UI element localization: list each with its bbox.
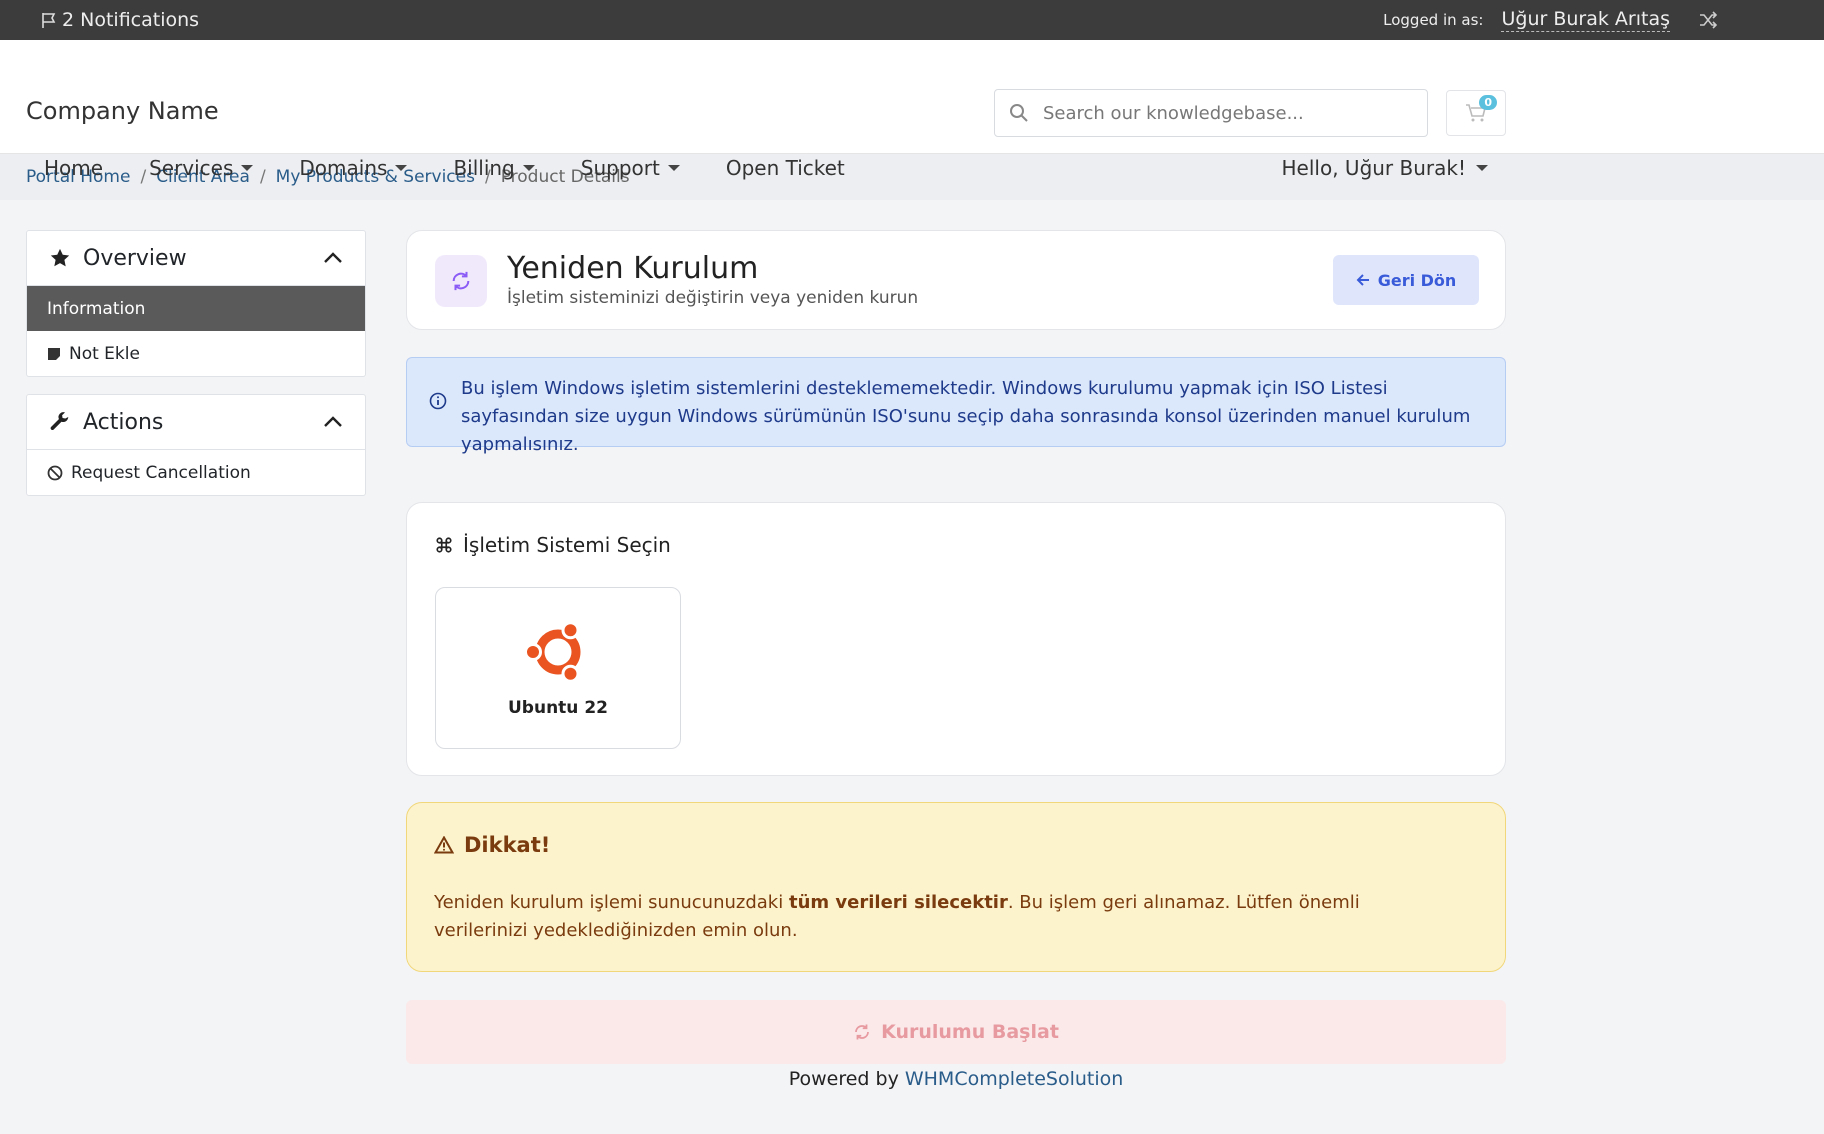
actions-panel-header[interactable]: Actions <box>27 395 365 450</box>
nav-domains-label: Domains <box>299 156 388 180</box>
overview-panel-header[interactable]: Overview <box>27 231 365 286</box>
back-button[interactable]: Geri Dön <box>1333 255 1479 305</box>
nav-home[interactable]: Home <box>26 156 103 180</box>
footer-whmcs-link[interactable]: WHMCompleteSolution <box>905 1068 1123 1090</box>
nav-support-label: Support <box>580 156 660 180</box>
sidebar-item-request-cancellation[interactable]: Request Cancellation <box>27 450 365 495</box>
refresh-icon <box>435 255 487 307</box>
warning-triangle-icon <box>434 836 454 854</box>
actions-title: Actions <box>83 409 164 435</box>
nav-services-label: Services <box>149 156 234 180</box>
caret-down-icon <box>241 165 254 171</box>
caret-down-icon <box>1476 165 1488 171</box>
arrow-left-icon <box>1356 274 1369 286</box>
refresh-icon <box>855 1024 869 1040</box>
os-section-title: İşletim Sistemi Seçin <box>463 533 671 557</box>
sidebar-item-label: Not Ekle <box>69 343 140 364</box>
footer: Powered by WHMCompleteSolution <box>0 1068 1824 1090</box>
star-icon <box>50 248 70 267</box>
search-input[interactable] <box>1043 102 1413 124</box>
nav-open-ticket[interactable]: Open Ticket <box>708 156 845 180</box>
wrench-icon <box>50 412 69 430</box>
data-loss-warning: Dikkat! Yeniden kurulum işlemi sunucunuz… <box>406 802 1506 972</box>
back-button-label: Geri Dön <box>1377 270 1457 290</box>
ban-icon <box>47 465 63 480</box>
nav-open-ticket-label: Open Ticket <box>725 156 845 180</box>
site-header: Company Name 0 Home Services Domains Bil… <box>0 40 1824 180</box>
nav-home-label: Home <box>44 156 104 180</box>
warning-text-pre: Yeniden kurulum işlemi sunucunuzdaki <box>434 892 789 913</box>
sidebar-actions-panel: Actions Request Cancellation <box>26 394 366 496</box>
logged-in-user[interactable]: Uğur Burak Arıtaş <box>1501 8 1670 32</box>
footer-prefix: Powered by <box>788 1068 905 1090</box>
windows-info-alert: Bu işlem Windows işletim sistemlerini de… <box>406 357 1506 455</box>
os-selection-card: İşletim Sistemi Seçin Ubuntu 22 <box>406 502 1506 776</box>
main-nav: Home Services Domains Billing Support Op… <box>26 156 845 180</box>
chevron-up-icon[interactable] <box>323 415 343 429</box>
os-section-header: İşletim Sistemi Seçin <box>435 533 671 557</box>
overview-title: Overview <box>83 245 187 271</box>
search-icon <box>995 103 1043 123</box>
warning-text: Yeniden kurulum işlemi sunucunuzdaki tüm… <box>434 889 1425 945</box>
flag-icon <box>42 13 56 28</box>
chevron-up-icon[interactable] <box>323 251 343 265</box>
page-subtitle: İşletim sisteminizi değiştirin veya yeni… <box>507 288 919 308</box>
sidebar-overview-panel: Overview Information Not Ekle <box>26 230 366 377</box>
info-icon <box>429 392 447 410</box>
nav-billing[interactable]: Billing <box>435 156 535 180</box>
reinstall-header-card: Yeniden Kurulum İşletim sisteminizi deği… <box>406 230 1506 330</box>
nav-support[interactable]: Support <box>563 156 680 180</box>
warning-title: Dikkat! <box>464 833 551 857</box>
shuffle-icon[interactable] <box>1698 11 1718 29</box>
nav-billing-label: Billing <box>453 156 515 180</box>
os-option-label: Ubuntu 22 <box>508 698 608 718</box>
brand-name[interactable]: Company Name <box>26 97 219 125</box>
nav-domains[interactable]: Domains <box>281 156 408 180</box>
nav-services[interactable]: Services <box>131 156 254 180</box>
notifications-link[interactable]: 2 Notifications <box>40 9 199 31</box>
caret-down-icon <box>395 165 408 171</box>
os-option-ubuntu-22[interactable]: Ubuntu 22 <box>435 587 681 749</box>
sidebar-item-not-ekle[interactable]: Not Ekle <box>27 331 365 376</box>
top-bar: 2 Notifications Logged in as: Uğur Burak… <box>0 0 1824 40</box>
account-menu[interactable]: Hello, Uğur Burak! <box>1282 156 1488 180</box>
notifications-label: 2 Notifications <box>62 9 200 31</box>
caret-down-icon <box>667 165 680 171</box>
ubuntu-logo-icon <box>524 621 581 683</box>
note-icon <box>48 347 60 360</box>
page-title: Yeniden Kurulum <box>507 251 759 286</box>
sidebar-item-label: Request Cancellation <box>71 462 251 483</box>
knowledgebase-search[interactable] <box>994 89 1428 137</box>
caret-down-icon <box>522 165 535 171</box>
warning-header: Dikkat! <box>434 833 550 857</box>
command-icon <box>436 537 452 553</box>
sidebar-item-information[interactable]: Information <box>27 286 365 331</box>
start-install-label: Kurulumu Başlat <box>881 1021 1059 1043</box>
warning-text-bold: tüm verileri silecektir <box>788 892 1008 913</box>
info-alert-text: Bu işlem Windows işletim sistemlerini de… <box>461 378 1471 455</box>
account-greeting: Hello, Uğur Burak! <box>1281 156 1466 180</box>
sidebar-item-label: Information <box>47 298 146 319</box>
start-install-button[interactable]: Kurulumu Başlat <box>406 1000 1506 1064</box>
logged-in-label: Logged in as: <box>1383 11 1484 29</box>
cart-button[interactable]: 0 <box>1446 90 1506 136</box>
cart-count-badge: 0 <box>1479 95 1497 110</box>
